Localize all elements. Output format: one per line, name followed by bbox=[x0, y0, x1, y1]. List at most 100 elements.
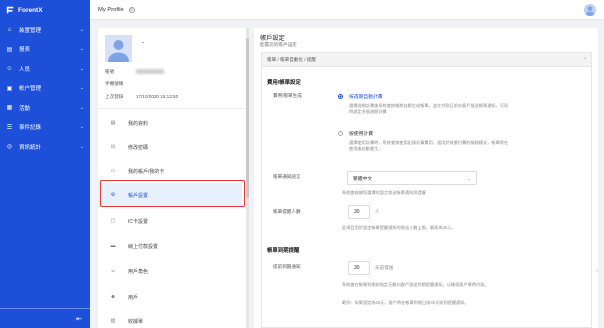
user-avatar[interactable] bbox=[584, 4, 596, 16]
sidebar-item-7[interactable]: ◎ 資訊統計 ⌄ bbox=[0, 137, 90, 157]
settings-subtitle: 配置您的帳戶設定 bbox=[260, 42, 297, 47]
profile-menu-label: 我的資料 bbox=[128, 120, 149, 127]
receipt-icon: ▥ bbox=[110, 318, 116, 324]
profile-menu-item-6[interactable]: ▬ 線上付款設置 bbox=[98, 234, 242, 258]
lang-hint: 系統會根據您選擇的語言發送帳單通知與提醒 bbox=[342, 190, 426, 195]
reminder-input[interactable]: 30 bbox=[348, 261, 370, 275]
billing-section-title: 費用/帳單設定 bbox=[267, 80, 301, 86]
field-account: 帳號 bbox=[105, 69, 164, 75]
profile-menu-label: 用戶 bbox=[128, 294, 139, 301]
chevron-down-icon: ⌄ bbox=[79, 46, 84, 53]
sidebar-item-6[interactable]: ☰ 事件記錄 ⌄ bbox=[0, 118, 90, 138]
globe-icon: ◎ bbox=[6, 144, 13, 151]
sidebar: ForentX ⌂ 装置管理 ⌄ ▤ 报表 ⌄ ☺ 人员 ⌄ ▣ 帐户管理 ⌄ ▦ 活動 ⌄ ☰ 事件記錄 ⌄ ◎ 資… bbox=[0, 0, 90, 328]
lang-select-value: 繁體中文 bbox=[353, 176, 373, 182]
profile-menu-label: IC卡設置 bbox=[128, 218, 149, 225]
sidebar-item-label: 报表 bbox=[19, 47, 31, 54]
sidebar-item-4[interactable]: ▣ 帐户管理 ⌄ bbox=[0, 79, 90, 99]
user-icon: ☺ bbox=[6, 65, 13, 72]
reminder-unit: 天前發送 bbox=[375, 265, 394, 270]
reminder-hint-1: 系統會在帳單到期前指定天數向客戶發送到期提醒通知，以確保客戶準時付款。 bbox=[342, 282, 489, 287]
field-phone: 手機號碼 bbox=[105, 81, 123, 87]
profile-avatar bbox=[105, 35, 132, 62]
brand-name: ForentX bbox=[18, 6, 43, 14]
page-title: My Profile bbox=[98, 6, 124, 13]
role-icon: ☺ bbox=[110, 268, 116, 274]
profile-scrollbar[interactable] bbox=[246, 28, 249, 328]
chevron-up-icon[interactable]: ⌃ bbox=[583, 57, 587, 63]
card-icon: ▭ bbox=[110, 168, 116, 174]
settings-panel: 帳戶設定 配置您的帳戶設定 帳單 / 帳單自動化 / 提醒 ⌃ 費用/帳單設定 … bbox=[254, 28, 598, 328]
redacted-value bbox=[136, 69, 164, 74]
radio-auto-billing-label: 按週期自動計費 bbox=[349, 95, 383, 100]
radio-dot bbox=[338, 93, 343, 99]
chevron-down-icon: ⌄ bbox=[79, 85, 84, 92]
profile-menu-item-1[interactable]: ▤ 我的資料 bbox=[98, 111, 242, 135]
chevron-down-icon: ⌄ bbox=[79, 104, 84, 111]
count-unit: 人 bbox=[375, 209, 380, 214]
profile-menu-item-7[interactable]: ☺ 用戶角色 bbox=[98, 259, 242, 283]
sidebar-footer: ⇤ bbox=[0, 308, 90, 328]
profile-menu-item-2[interactable]: ⊟ 修改密碼 bbox=[98, 135, 242, 159]
count-input[interactable]: 30 bbox=[348, 205, 370, 219]
sidebar-item-1[interactable]: ⌂ 装置管理 ⌄ bbox=[0, 20, 90, 40]
settings-tab[interactable]: 帳單 / 帳單自動化 / 提醒 ⌃ bbox=[262, 53, 591, 67]
calendar-icon: ▦ bbox=[6, 105, 13, 112]
lang-label: 帳單通知語言 bbox=[273, 174, 301, 179]
active-item-highlight bbox=[100, 180, 245, 207]
settings-tab-label: 帳單 / 帳單自動化 / 提醒 bbox=[267, 56, 317, 62]
count-hint: 此項目用於設定帳單提醒通知的發送人數上限，最高為30人。 bbox=[342, 225, 456, 230]
radio-auto-billing[interactable]: 按週期自動計費 bbox=[338, 93, 383, 100]
lock-icon: ⊟ bbox=[110, 144, 116, 150]
sidebar-item-2[interactable]: ▤ 报表 ⌄ bbox=[0, 40, 90, 60]
sidebar-item-5[interactable]: ▦ 活動 ⌄ bbox=[0, 98, 90, 118]
sidebar-item-label: 活動 bbox=[19, 105, 31, 112]
field-account-label: 帳號 bbox=[105, 69, 115, 74]
profile-menu-item-9[interactable]: ▥ 收據單 bbox=[98, 309, 242, 328]
sidebar-item-label: 帐户管理 bbox=[19, 86, 42, 93]
radio-usage-billing-desc: 選擇使用計費時，系統會按使用記錄計算費用，適用於按量付費的服務模式，帳單將在使用… bbox=[349, 140, 509, 152]
radio-usage-billing[interactable]: 按使用計費 bbox=[338, 130, 373, 137]
sidebar-item-3[interactable]: ☺ 人员 ⌄ bbox=[0, 59, 90, 79]
settings-title: 帳戶設定 bbox=[260, 35, 285, 42]
sidebar-item-label: 人员 bbox=[19, 66, 31, 73]
reminder-hint-2: 範例：如果設定為30天，客戶將在帳單到期日前30天收到提醒通知。 bbox=[342, 300, 469, 305]
person-icon: ☻ bbox=[110, 294, 116, 300]
chip-icon: ▢ bbox=[110, 218, 116, 224]
chevron-down-icon: ⌄ bbox=[79, 124, 84, 131]
profile-menu-label: 線上付款設置 bbox=[128, 243, 159, 250]
profile-menu-item-5[interactable]: ▢ IC卡設置 bbox=[98, 209, 242, 233]
brand[interactable]: ForentX bbox=[0, 0, 90, 20]
radio-dot bbox=[338, 130, 343, 136]
field-phone-label: 手機號碼 bbox=[105, 81, 124, 86]
topbar: My Profile ⚙ bbox=[90, 0, 604, 20]
profile-icon: ▤ bbox=[110, 120, 116, 126]
divider bbox=[98, 108, 248, 109]
profile-menu-item-8[interactable]: ☻ 用戶 bbox=[98, 285, 242, 309]
settings-card: 帳單 / 帳單自動化 / 提醒 ⌃ 費用/帳單設定 費用/帳單生成 按週期自動計… bbox=[261, 52, 592, 328]
settings-icon[interactable]: ⚙ bbox=[128, 6, 135, 13]
chevron-down-icon: ⌄ bbox=[79, 65, 84, 72]
chevron-down-icon: ⌄ bbox=[467, 176, 471, 181]
home-icon: ⌂ bbox=[7, 26, 12, 33]
chart-icon: ▤ bbox=[6, 46, 13, 53]
expand-handle-icon[interactable]: ‹ bbox=[596, 268, 598, 274]
radio-usage-billing-label: 按使用計費 bbox=[349, 132, 373, 137]
field-last-login-value: 17/10/2020 15:13:50 bbox=[136, 94, 179, 99]
field-last-login-label: 上次登錄 bbox=[105, 94, 124, 99]
reminder-label: 提前到期通知 bbox=[273, 264, 301, 269]
list-icon: ☰ bbox=[6, 124, 13, 131]
profile-panel: - 帳號 手機號碼 上次登錄 17/10/2020 15:13:50 ▤ 我的資料… bbox=[98, 28, 248, 328]
lang-select[interactable]: 繁體中文 ⌄ bbox=[347, 171, 477, 185]
payment-icon: ▬ bbox=[110, 243, 116, 249]
collapse-sidebar-icon[interactable]: ⇤ bbox=[76, 315, 82, 323]
count-label: 帳單提醒人數 bbox=[273, 209, 301, 214]
brand-logo-icon bbox=[6, 6, 14, 14]
chevron-down-icon: ⌄ bbox=[79, 26, 84, 33]
sidebar-item-label: 事件記錄 bbox=[19, 125, 42, 132]
billing-label: 費用/帳單生成 bbox=[273, 93, 302, 98]
chevron-down-icon: ⌄ bbox=[79, 143, 84, 150]
sidebar-item-label: 装置管理 bbox=[19, 27, 42, 34]
reminder-section-title: 帳單到期提醒 bbox=[267, 248, 300, 254]
profile-name: - bbox=[142, 40, 144, 46]
